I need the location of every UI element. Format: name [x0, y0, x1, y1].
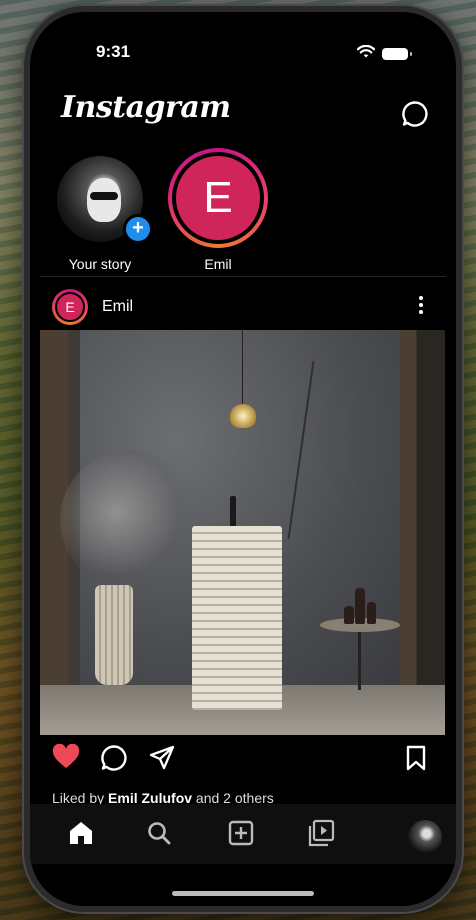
vase	[95, 585, 133, 685]
stories-tray: + Your story E Emil	[30, 148, 456, 278]
pedestal-sink	[192, 526, 282, 710]
instagram-logo: Instagram	[61, 90, 231, 125]
post-actions	[30, 744, 456, 784]
comment-icon[interactable]	[100, 744, 128, 772]
add-icon[interactable]	[226, 818, 256, 848]
likes-summary[interactable]: Liked by Emil Zulufov and 2 others	[52, 790, 456, 804]
heart-icon[interactable]	[52, 744, 80, 770]
bookmark-icon[interactable]	[404, 744, 428, 772]
dried-plant	[60, 450, 200, 590]
bottom-tab-bar	[30, 804, 456, 864]
post-image[interactable]	[40, 330, 445, 735]
pendant-lamp	[230, 404, 256, 428]
home-icon[interactable]	[66, 818, 96, 848]
reels-icon[interactable]	[306, 818, 336, 848]
search-icon[interactable]	[144, 818, 174, 848]
share-icon[interactable]	[148, 744, 176, 772]
post-avatar[interactable]: E	[52, 289, 88, 325]
avatar: E	[176, 156, 260, 240]
story-ring: E	[168, 148, 268, 248]
story-label: Your story	[68, 256, 132, 272]
more-options-icon[interactable]	[418, 296, 424, 318]
divider	[40, 276, 446, 277]
phone-frame: 9:31 Instagram + Your story E Emil E Emi…	[22, 4, 464, 914]
battery-icon	[382, 48, 412, 60]
home-indicator	[172, 891, 314, 896]
post-username[interactable]: Emil	[102, 298, 133, 316]
add-story-icon[interactable]: +	[123, 214, 153, 244]
post-header: E Emil	[30, 288, 456, 328]
status-time: 9:31	[96, 42, 131, 61]
app-screen: 9:31 Instagram + Your story E Emil E Emi…	[30, 12, 456, 906]
story-label: Emil	[204, 256, 232, 272]
profile-avatar[interactable]	[408, 820, 442, 854]
wifi-icon	[357, 45, 375, 58]
status-bar: 9:31	[30, 42, 456, 66]
story-your-story[interactable]: + Your story	[50, 150, 153, 272]
story-ring: +	[51, 150, 153, 248]
story-emil[interactable]: E Emil	[168, 148, 268, 272]
messenger-icon[interactable]	[401, 100, 429, 128]
